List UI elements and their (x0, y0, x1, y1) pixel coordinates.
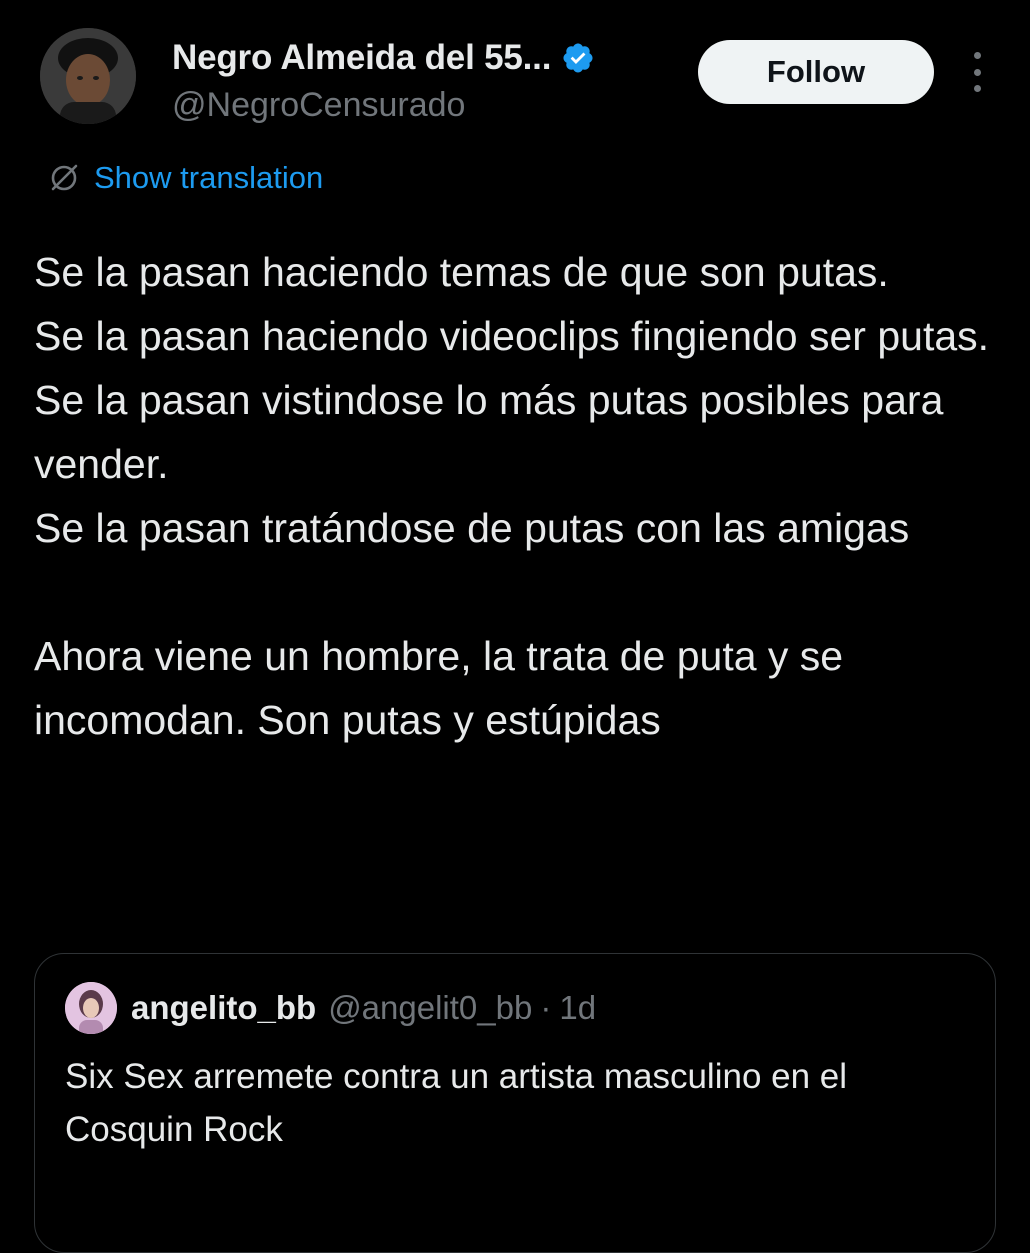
tweet-line: Se la pasan vistindose lo más putas posi… (34, 377, 944, 487)
menu-dot (973, 85, 981, 92)
avatar-photo (65, 982, 117, 1034)
tweet-line: Se la pasan haciendo temas de que son pu… (34, 249, 889, 295)
globe-icon (51, 164, 78, 191)
quoted-tweet-card[interactable]: angelito_bb @angelit0_bb · 1d Six Sex ar… (34, 953, 996, 1253)
tweet-line: Ahora viene un hombre, la trata de puta … (34, 633, 844, 743)
quoted-tweet-header: angelito_bb @angelit0_bb · 1d (65, 982, 596, 1034)
more-vertical-icon[interactable] (962, 52, 992, 92)
tweet-body: Se la pasan haciendo temas de que son pu… (34, 240, 994, 752)
author-handle[interactable]: @NegroCensurado (172, 86, 465, 125)
avatar-photo (40, 28, 136, 124)
author-avatar[interactable] (40, 28, 136, 124)
quoted-tweet-time: 1d (559, 989, 597, 1026)
follow-button[interactable]: Follow (698, 40, 934, 104)
author-name-row[interactable]: Negro Almeida del 55... (172, 38, 595, 78)
menu-dot (973, 68, 981, 76)
author-display-name[interactable]: Negro Almeida del 55... (172, 38, 551, 78)
tweet-line: Se la pasan tratándose de putas con las … (34, 505, 910, 551)
menu-dot (973, 52, 981, 59)
verified-badge-icon (563, 43, 593, 73)
tweet-line: Se la pasan haciendo videoclips fingiend… (34, 313, 990, 359)
separator-dot: · (540, 989, 552, 1026)
quoted-author-handle: @angelit0_bb (328, 989, 533, 1026)
quoted-author-name: angelito_bb (131, 989, 317, 1026)
show-translation-link[interactable]: Show translation (46, 160, 323, 196)
show-translation-label[interactable]: Show translation (94, 160, 323, 196)
quoted-tweet-text: Six Sex arremete contra un artista mascu… (65, 1057, 848, 1149)
quoted-author-avatar (65, 982, 117, 1034)
